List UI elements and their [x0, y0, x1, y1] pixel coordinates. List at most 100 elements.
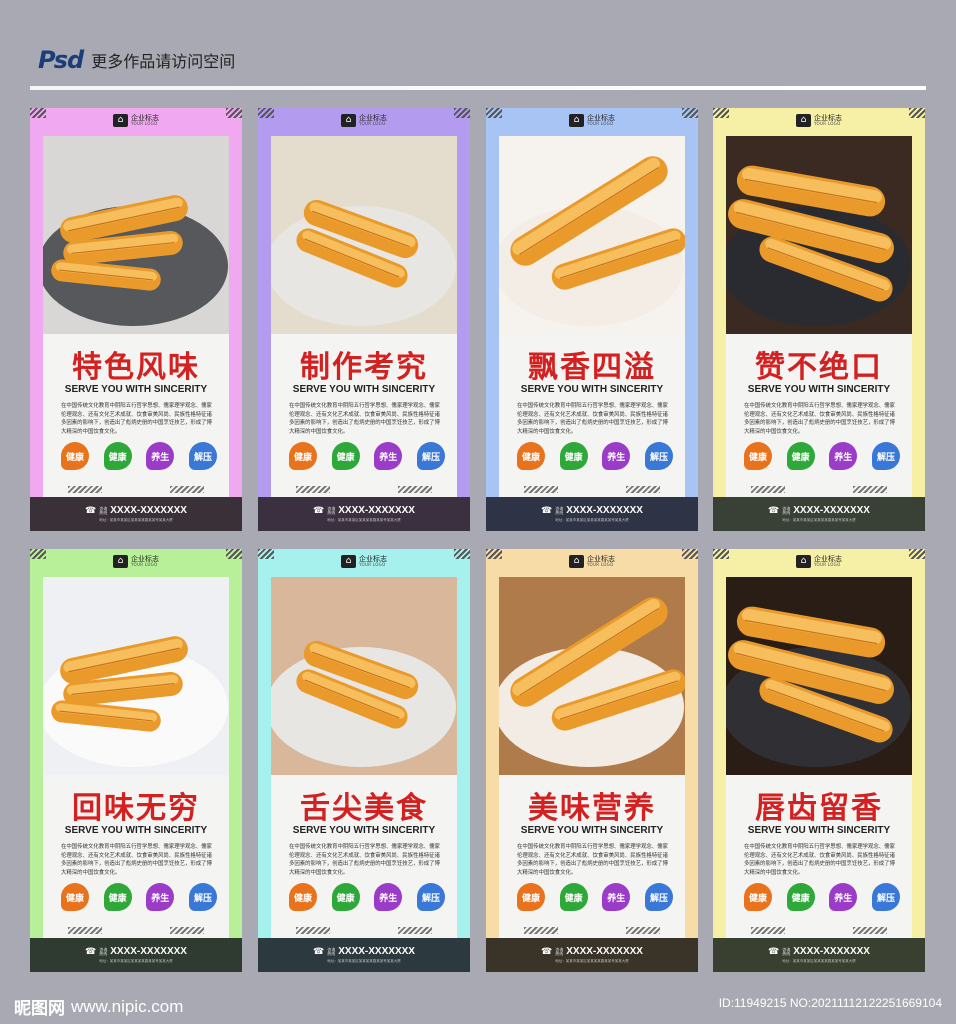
psd-logo: Psd	[38, 46, 84, 74]
badge: 解压	[416, 883, 445, 911]
header-divider	[30, 86, 926, 90]
phone-row: ☎ 咨询 热线 XXXX-XXXXXXX	[85, 946, 187, 957]
bottom-hatch	[626, 486, 660, 493]
phone-row: ☎ 咨询 热线 XXXX-XXXXXXX	[541, 505, 643, 516]
phone-number: XXXX-XXXXXXX	[338, 505, 415, 516]
food-photo	[43, 577, 229, 775]
badge: 解压	[644, 883, 673, 911]
bottom-hatch	[524, 927, 558, 934]
poster-content: 制作考究 SERVE YOU WITH SINCERITY 在中国传统文化教育中…	[271, 136, 457, 498]
food-photo	[726, 136, 912, 334]
phone-number: XXXX-XXXXXXX	[566, 946, 643, 957]
poster-panel: ⌂ 企业标志 YOUR LOGO 回味无穷 SERVE YOU WITH SIN…	[30, 549, 242, 972]
poster-subtitle: SERVE YOU WITH SINCERITY	[292, 825, 436, 836]
badge: 养生	[602, 883, 631, 911]
bottom-hatch	[751, 486, 785, 493]
poster-panel: ⌂ 企业标志 YOUR LOGO 飘香四溢 SERVE YOU WITH SIN…	[486, 108, 698, 531]
poster-title: 特色风味	[72, 350, 200, 385]
phone-label: 热线	[782, 950, 791, 956]
badge: 健康	[331, 442, 360, 470]
poster-panel: ⌂ 企业标志 YOUR LOGO 舌尖美食 SERVE YOU WITH SIN…	[258, 549, 470, 972]
company-logo: ⌂ 企业标志 YOUR LOGO	[258, 555, 470, 568]
food-photo	[271, 577, 457, 775]
phone-row: ☎ 咨询 热线 XXXX-XXXXXXX	[313, 946, 415, 957]
bottom-hatch	[398, 927, 432, 934]
badge: 健康	[289, 442, 317, 470]
phone-label: 热线	[555, 509, 564, 515]
watermark-id: ID:11949215 NO:20211112122251669104	[718, 996, 942, 1010]
logo-mark-icon: ⌂	[569, 555, 584, 568]
bottom-hatch	[170, 486, 204, 493]
bottom-hatch	[68, 486, 102, 493]
phone-icon: ☎	[313, 946, 325, 957]
badge: 养生	[146, 883, 175, 911]
bottom-hatch	[68, 927, 102, 934]
logo-en: YOUR LOGO	[587, 562, 614, 567]
logo-mark-icon: ⌂	[341, 555, 356, 568]
bottom-hatch	[853, 486, 887, 493]
company-logo: ⌂ 企业标志 YOUR LOGO	[713, 114, 925, 127]
bottom-hatch	[853, 927, 887, 934]
phone-icon: ☎	[541, 505, 553, 516]
poster-subtitle: SERVE YOU WITH SINCERITY	[64, 384, 208, 395]
phone-label: 热线	[99, 950, 108, 956]
logo-mark-icon: ⌂	[796, 555, 811, 568]
phone-label: 热线	[782, 509, 791, 515]
address-text: 地址：某某市某某区某某某某路某某号某某大厦	[555, 959, 629, 963]
badge: 健康	[331, 883, 360, 911]
logo-en: YOUR LOGO	[587, 121, 614, 126]
logo-mark-icon: ⌂	[341, 114, 356, 127]
company-logo: ⌂ 企业标志 YOUR LOGO	[713, 555, 925, 568]
logo-en: YOUR LOGO	[131, 562, 158, 567]
address-text: 地址：某某市某某区某某某某路某某号某某大厦	[782, 959, 856, 963]
address-text: 地址：某某市某某区某某某某路某某号某某大厦	[555, 518, 629, 522]
badge: 解压	[188, 883, 217, 911]
poster-panel: ⌂ 企业标志 YOUR LOGO 美味营养 SERVE YOU WITH SIN…	[486, 549, 698, 972]
page-header: Psd 更多作品请访问空间	[38, 44, 235, 76]
badge: 养生	[374, 883, 403, 911]
badge: 健康	[559, 442, 588, 470]
poster-subtitle: SERVE YOU WITH SINCERITY	[64, 825, 208, 836]
badge: 健康	[61, 442, 89, 470]
phone-row: ☎ 咨询 热线 XXXX-XXXXXXX	[768, 946, 870, 957]
badge-row: 健康 健康 养生 解压	[517, 883, 673, 911]
badge-row: 健康 健康 养生 解压	[289, 883, 445, 911]
phone-row: ☎ 咨询 热线 XXXX-XXXXXXX	[541, 946, 643, 957]
badge: 健康	[744, 442, 772, 470]
poster-panel: ⌂ 企业标志 YOUR LOGO 赞不绝口 SERVE YOU WITH SIN…	[713, 108, 925, 531]
poster-footer: ☎ 咨询 热线 XXXX-XXXXXXX 地址：某某市某某区某某某某路某某号某某…	[486, 938, 698, 972]
poster-subtitle: SERVE YOU WITH SINCERITY	[747, 384, 891, 395]
logo-en: YOUR LOGO	[814, 562, 841, 567]
poster-title: 唇齿留香	[755, 791, 883, 826]
logo-en: YOUR LOGO	[814, 121, 841, 126]
poster-panel: ⌂ 企业标志 YOUR LOGO 制作考究 SERVE YOU WITH SIN…	[258, 108, 470, 531]
badge: 健康	[786, 442, 815, 470]
poster-footer: ☎ 咨询 热线 XXXX-XXXXXXX 地址：某某市某某区某某某某路某某号某某…	[30, 497, 242, 531]
poster-title: 舌尖美食	[300, 791, 428, 826]
food-photo	[726, 577, 912, 775]
badge: 养生	[602, 442, 631, 470]
poster-content: 唇齿留香 SERVE YOU WITH SINCERITY 在中国传统文化教育中…	[726, 577, 912, 939]
company-logo: ⌂ 企业标志 YOUR LOGO	[486, 114, 698, 127]
phone-label: 热线	[99, 509, 108, 515]
badge: 养生	[829, 442, 858, 470]
food-photo	[499, 577, 685, 775]
phone-number: XXXX-XXXXXXX	[110, 505, 187, 516]
bottom-hatch	[296, 927, 330, 934]
poster-subtitle: SERVE YOU WITH SINCERITY	[520, 384, 664, 395]
poster-body-text: 在中国传统文化教育中阴阳五行哲学思想、儒家理学观念、儒家伦理观念、还有文化艺术成…	[61, 403, 212, 435]
bottom-hatch	[296, 486, 330, 493]
badge: 健康	[103, 883, 132, 911]
phone-icon: ☎	[768, 946, 780, 957]
logo-mark-icon: ⌂	[113, 555, 128, 568]
badge: 健康	[61, 883, 89, 911]
poster-panel: ⌂ 企业标志 YOUR LOGO 唇齿留香 SERVE YOU WITH SIN…	[713, 549, 925, 972]
badge-row: 健康 健康 养生 解压	[289, 442, 445, 470]
poster-title: 飘香四溢	[528, 350, 656, 385]
phone-icon: ☎	[85, 946, 97, 957]
logo-en: YOUR LOGO	[359, 121, 386, 126]
badge: 养生	[829, 883, 858, 911]
logo-mark-icon: ⌂	[569, 114, 584, 127]
company-logo: ⌂ 企业标志 YOUR LOGO	[30, 114, 242, 127]
phone-number: XXXX-XXXXXXX	[110, 946, 187, 957]
